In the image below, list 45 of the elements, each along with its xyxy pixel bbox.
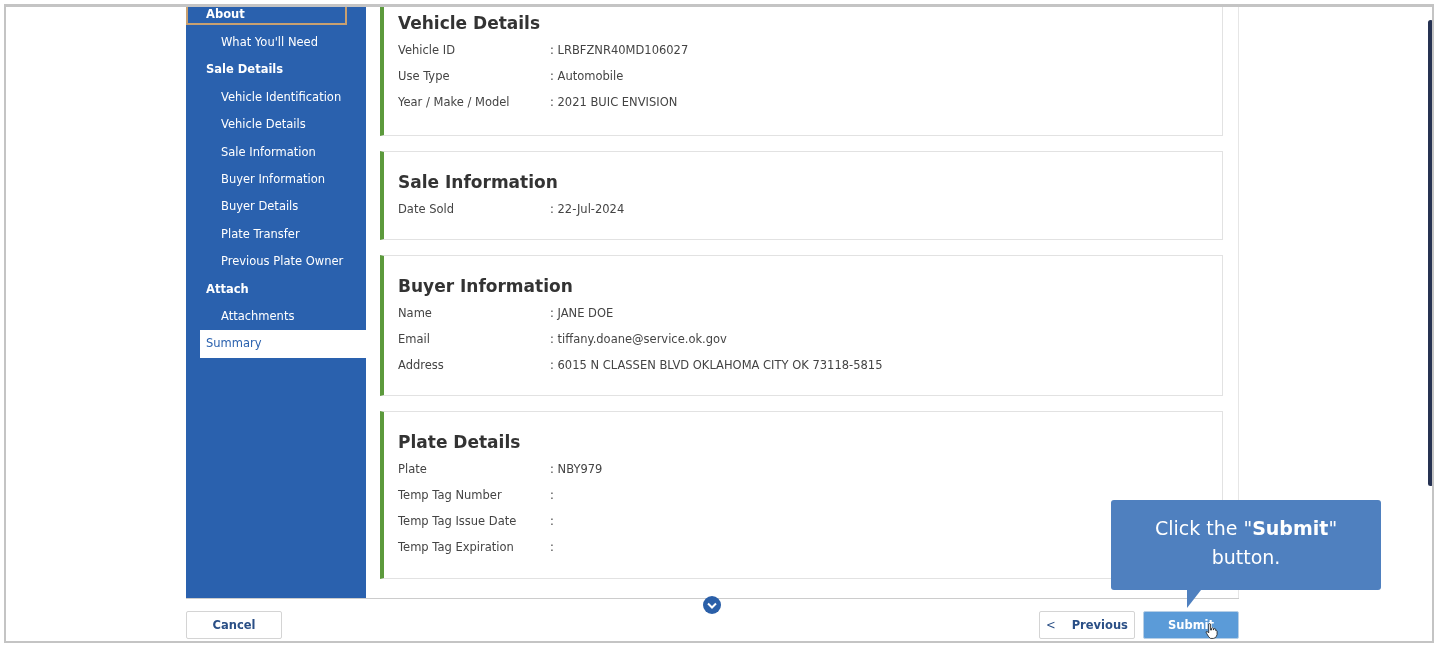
field-label: Date Sold	[398, 202, 455, 218]
tooltip-pointer	[1187, 590, 1201, 608]
nav-item[interactable]: Attachments	[186, 302, 366, 331]
field-value: : LRBFZNR40MD106027	[550, 43, 689, 59]
cancel-button[interactable]: Cancel	[186, 611, 282, 639]
section-title: Vehicle Details	[398, 13, 542, 33]
field-label: Temp Tag Issue Date	[398, 514, 518, 530]
field-label: Vehicle ID	[398, 43, 457, 59]
field-label: Year / Make / Model	[398, 95, 511, 111]
field-label: Temp Tag Number	[398, 488, 503, 504]
field-label: Plate	[398, 462, 428, 478]
previous-button[interactable]: < Previous	[1039, 611, 1135, 639]
section-title: Plate Details	[398, 432, 522, 452]
nav-item[interactable]: Sale Information	[186, 138, 366, 166]
nav-item[interactable]: Buyer Details	[186, 193, 366, 221]
tooltip: Click the "Submit" button.	[1111, 500, 1381, 590]
field-label: Name	[398, 306, 433, 322]
nav-item[interactable]: Summary	[200, 330, 366, 358]
field-value: :	[550, 540, 554, 556]
scrollbar[interactable]	[1428, 20, 1432, 486]
nav-item[interactable]: Vehicle Identification	[186, 83, 366, 112]
scroll-down-icon[interactable]	[703, 596, 721, 614]
nav-item[interactable]: Sale Details	[186, 56, 366, 84]
nav-item[interactable]: Attach	[186, 275, 366, 303]
field-value: :	[550, 514, 554, 530]
field-value: : Automobile	[550, 69, 624, 85]
nav-item[interactable]: Buyer Information	[186, 165, 366, 194]
field-value: :	[550, 488, 554, 504]
field-value: : NBY979	[550, 462, 603, 478]
field-label: Use Type	[398, 69, 451, 85]
field-value: : 22-Jul-2024	[550, 202, 625, 218]
field-label: Temp Tag Expiration	[398, 540, 515, 556]
field-value: : 6015 N CLASSEN BLVD OKLAHOMA CITY OK 73118-5815	[550, 358, 883, 374]
nav-item[interactable]: About	[186, 7, 347, 25]
section-title: Buyer Information	[398, 276, 574, 296]
field-label: Address	[398, 358, 445, 374]
field-value: : tiffany.doane@service.ok.gov	[550, 332, 727, 348]
nav-item[interactable]: Vehicle Details	[186, 111, 366, 139]
field-label: Email	[398, 332, 431, 348]
nav-item[interactable]: What You'll Need	[186, 29, 366, 57]
nav-item[interactable]: Plate Transfer	[186, 220, 366, 249]
section-title: Sale Information	[398, 172, 559, 192]
field-value: : 2021 BUIC ENVISION	[550, 95, 678, 111]
nav-item[interactable]: Previous Plate Owner	[186, 248, 366, 276]
field-value: : JANE DOE	[550, 306, 614, 322]
